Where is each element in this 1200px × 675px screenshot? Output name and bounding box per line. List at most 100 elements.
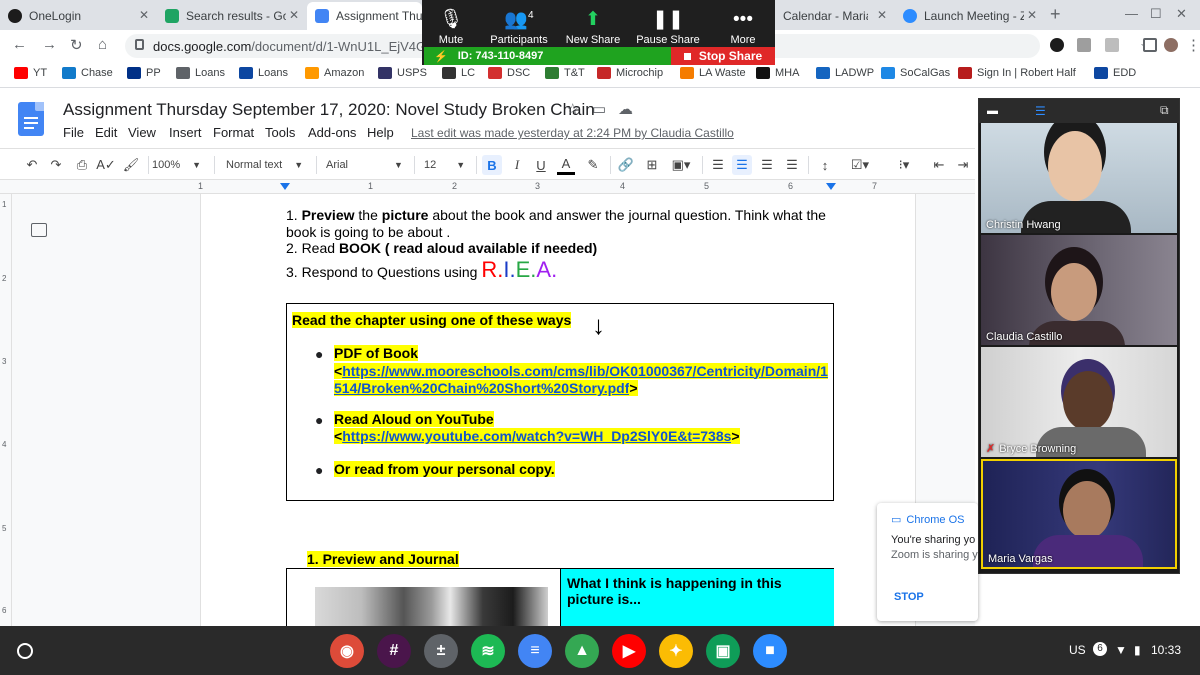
menu-format[interactable]: Format [213,125,254,140]
reload-icon[interactable]: ↻ [70,36,83,54]
google-classroom-icon[interactable]: ▣ [706,634,740,668]
menu-insert[interactable]: Insert [169,125,202,140]
new-share-button[interactable]: ⬆ New Share [564,0,622,46]
active-speaker-tile[interactable]: Maria Vargas [981,459,1177,569]
right-indent-marker[interactable] [826,183,836,190]
home-icon[interactable]: ⌂ [98,36,107,53]
tab-calendar[interactable]: Calendar - Maria V ✕ [775,2,893,30]
participant-tile[interactable]: Claudia Castillo [981,235,1177,345]
extension-icon[interactable] [1077,38,1091,52]
left-indent-marker[interactable] [280,183,290,190]
menu-help[interactable]: Help [367,125,394,140]
clock[interactable]: 10:33 [1151,643,1181,657]
notification-count-badge[interactable]: 6 [1093,642,1107,656]
bookmark-item[interactable]: LADWP [816,67,874,79]
new-tab-button[interactable]: + [1050,4,1061,25]
close-tab-icon[interactable]: ✕ [289,8,299,22]
chrome-icon[interactable]: ◉ [330,634,364,668]
spotify-icon[interactable]: ≋ [471,634,505,668]
onelogin-extension-icon[interactable] [1050,38,1064,52]
wifi-icon[interactable]: ▼ [1115,643,1127,657]
notification-stop-button[interactable]: STOP [894,591,924,603]
paint-format-icon[interactable]: 🖌 [122,155,140,175]
bookmark-item[interactable]: LA Waste [680,67,746,79]
participant-tile[interactable]: ✗ Bryce Browning [981,347,1177,457]
pop-out-icon[interactable]: ⧉ [1160,103,1169,118]
menu-addons[interactable]: Add-ons [308,125,356,140]
pdf-link[interactable]: https://www.mooreschools.com/cms/lib/OK0… [342,362,828,379]
menu-tools[interactable]: Tools [265,125,295,140]
launcher-icon[interactable] [17,643,33,659]
bookmark-item[interactable]: Microchip [597,67,663,79]
bookmark-item[interactable]: SoCalGas [881,67,950,79]
document-title[interactable]: Assignment Thursday September 17, 2020: … [63,100,595,120]
browser-menu-icon[interactable]: ⋮ [1186,36,1200,54]
gallery-view-icon[interactable]: ☰ [1035,104,1046,118]
youtube-icon[interactable]: ▶ [612,634,646,668]
google-docs-icon[interactable]: ≡ [518,634,552,668]
extension-icon[interactable] [1105,38,1119,52]
close-tab-icon[interactable]: ✕ [1027,8,1037,22]
justify-icon[interactable]: ☰ [782,155,802,175]
horizontal-ruler[interactable]: 1 1 2 3 4 5 6 7 [0,180,975,194]
zoom-select[interactable]: 100% ▼ [152,155,208,175]
bookmark-item[interactable]: DSC [488,67,530,79]
decrease-indent-icon[interactable]: ⇤ [930,155,948,175]
line-spacing-icon[interactable]: ↕ [814,155,836,175]
bookmark-item[interactable]: Sign In | Robert Half [958,67,1076,79]
participant-tile[interactable]: Christin Hwang [981,123,1177,233]
bookmark-item[interactable]: MHA [756,67,799,79]
highlight-color-icon[interactable]: ✎ [584,155,602,175]
minimize-icon[interactable]: — [1125,6,1138,21]
bulleted-list-icon[interactable]: ⁝▾ [888,155,920,175]
mute-button[interactable]: 🎙 Mute [426,0,476,46]
pause-share-button[interactable]: ❚❚ Pause Share [635,0,701,46]
cast-icon[interactable] [1143,38,1157,52]
tab-zoom-launch[interactable]: Launch Meeting - Z ✕ [895,2,1043,30]
vertical-ruler[interactable]: 1 2 3 4 5 6 [0,194,12,626]
bookmark-item[interactable]: YT [14,67,47,79]
tab-assignment-doc[interactable]: Assignment Thurs [307,2,422,30]
align-right-icon[interactable]: ☰ [757,155,777,175]
bookmark-item[interactable]: USPS [378,67,427,79]
more-button[interactable]: ••• More [714,0,772,46]
align-left-icon[interactable]: ☰ [708,155,728,175]
bookmark-item[interactable]: T&T [545,67,585,79]
close-window-icon[interactable]: ✕ [1176,6,1187,22]
bookmark-item[interactable]: PP [127,67,161,79]
battery-icon[interactable]: ▮ [1134,643,1141,657]
italic-button[interactable]: I [508,155,526,175]
pdf-link-continued[interactable]: 514/Broken%20Chain%20Short%20Story.pdf [334,380,630,396]
calculator-icon[interactable]: ± [424,634,458,668]
underline-button[interactable]: U [532,155,550,175]
close-tab-icon[interactable]: ✕ [877,8,887,22]
increase-indent-icon[interactable]: ⇥ [954,155,972,175]
menu-edit[interactable]: Edit [95,125,117,140]
tab-onelogin[interactable]: OneLogin ✕ [0,2,155,30]
forward-icon[interactable]: → [42,36,57,53]
google-keep-icon[interactable]: ✦ [659,634,693,668]
menu-file[interactable]: File [63,125,84,140]
text-color-button[interactable]: A [557,155,575,175]
minimize-icon[interactable]: ▬ [987,105,998,117]
bookmark-item[interactable]: Loans [176,67,225,79]
bold-button[interactable]: B [482,155,502,175]
keyboard-locale[interactable]: US [1069,643,1086,657]
insert-link-icon[interactable]: 🔗 [616,155,636,175]
last-edit-link[interactable]: Last edit was made yesterday at 2:24 PM … [411,126,734,140]
profile-avatar[interactable] [1164,38,1178,52]
google-drive-icon[interactable]: ▲ [565,634,599,668]
checklist-icon[interactable]: ☑▾ [842,155,878,175]
print-icon[interactable]: ⎙ [72,155,92,175]
zoom-icon[interactable]: ■ [753,634,787,668]
document-outline-icon[interactable] [31,223,47,237]
move-folder-icon[interactable]: ▭ [592,100,606,118]
align-center-icon[interactable]: ☰ [732,155,752,175]
slack-icon[interactable]: # [377,634,411,668]
document-page[interactable]: 1. Preview the picture about the book an… [200,194,916,629]
bookmark-item[interactable]: Amazon [305,67,364,79]
tab-search-results[interactable]: Search results - Go ✕ [157,2,305,30]
spellcheck-icon[interactable]: A✓ [96,155,116,175]
redo-icon[interactable]: ↷ [46,155,66,175]
close-tab-icon[interactable]: ✕ [139,8,149,22]
